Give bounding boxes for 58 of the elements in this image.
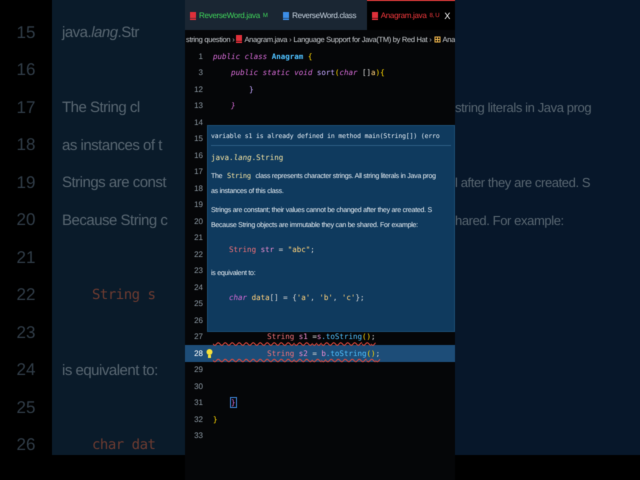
- doc-text: String s: [91, 287, 156, 304]
- doc-text: Because String c: [61, 212, 168, 229]
- line-number: 25: [193, 299, 203, 308]
- line-number: 23: [16, 322, 36, 343]
- line-number: 16: [16, 60, 36, 80]
- line-number: 19: [193, 200, 203, 210]
- line-number: 25: [16, 398, 36, 418]
- line-number: 1: [198, 52, 203, 61]
- line-number: 22: [193, 250, 203, 259]
- line-number: 28: [193, 348, 203, 358]
- line-number: 20: [16, 210, 36, 230]
- line-number: 24: [16, 360, 36, 380]
- line-number: 15: [16, 22, 36, 43]
- line-number: 33: [193, 431, 203, 440]
- doc-text: The String cl: [61, 99, 140, 116]
- line-number: 27: [193, 332, 203, 342]
- line-number: 18: [193, 184, 203, 193]
- line-number: 21: [16, 248, 36, 268]
- file-icon: [236, 35, 242, 43]
- doc-text: string literals in Java prog: [455, 100, 592, 116]
- doc-text: Strings are const: [61, 174, 166, 192]
- lightbulb-icon[interactable]: [206, 348, 213, 358]
- line-number: 29: [193, 365, 203, 374]
- line-number: 18: [16, 135, 36, 156]
- line-number: 17: [16, 98, 36, 118]
- line-number: 21: [193, 233, 203, 242]
- line-number: 16: [193, 150, 203, 160]
- line-number: 19: [16, 172, 36, 193]
- tab-label: Anagram.java: [380, 11, 426, 20]
- close-icon[interactable]: X: [444, 10, 450, 20]
- line-number: 3: [198, 68, 203, 78]
- doc-text: l after they are created. S: [455, 175, 590, 190]
- line-number: 26: [193, 316, 203, 325]
- line-number: 32: [193, 414, 203, 424]
- file-icon: [372, 12, 378, 20]
- doc-text: is equivalent to:: [61, 362, 158, 379]
- line-number: 22: [16, 285, 36, 306]
- line-number: 20: [193, 216, 203, 226]
- tab-label: ReverseWord.class: [292, 11, 356, 20]
- line-number: 17: [193, 167, 203, 176]
- line-number: 12: [193, 84, 203, 94]
- line-number: 24: [193, 282, 203, 292]
- doc-text: hared. For example:: [455, 212, 564, 228]
- doc-text: java.lang.Str: [60, 24, 139, 42]
- tab-label: ReverseWord.java: [199, 11, 260, 20]
- line-number: 13: [193, 101, 203, 110]
- file-icon: [190, 12, 196, 20]
- file-icon: [283, 12, 290, 20]
- line-number: 26: [16, 435, 36, 456]
- editor-tab[interactable]: ReverseWord.class: [278, 0, 367, 30]
- doc-text: as instances of t: [61, 136, 162, 154]
- class-icon: [434, 36, 440, 42]
- line-number: 14: [193, 118, 203, 127]
- line-number: 15: [193, 134, 203, 144]
- doc-text: char dat: [91, 437, 156, 454]
- line-number: 30: [193, 382, 203, 391]
- line-number: 23: [193, 266, 203, 276]
- line-number: 31: [193, 398, 203, 408]
